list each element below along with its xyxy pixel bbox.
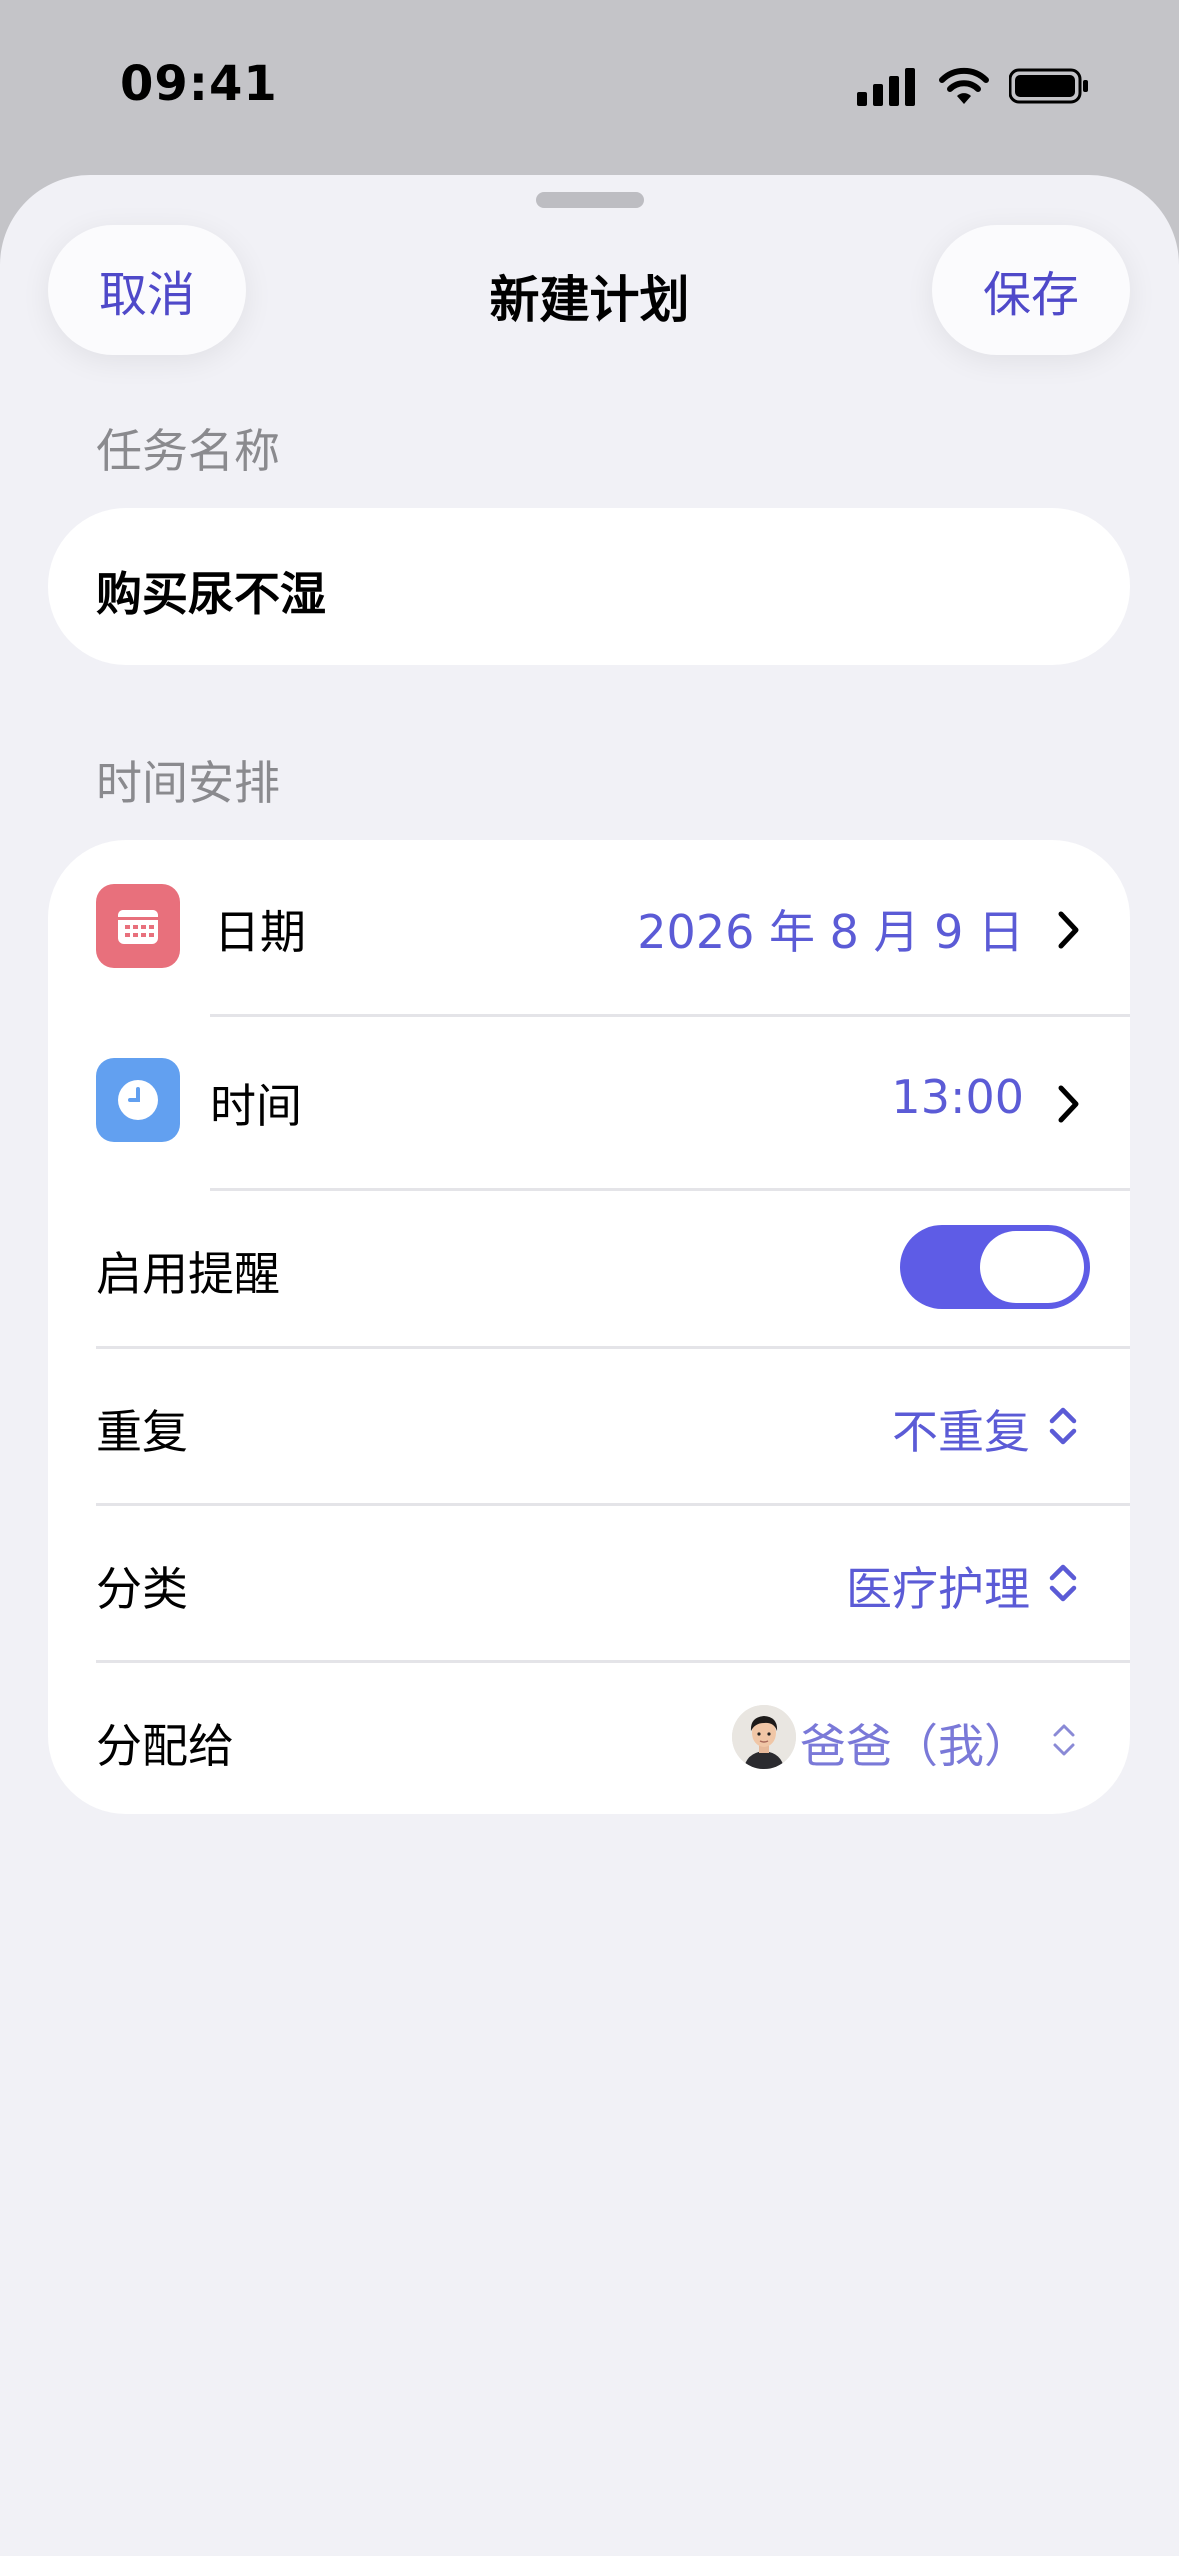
date-label: 日期 xyxy=(214,905,306,959)
task-name-section-label: 任务名称 xyxy=(96,424,280,478)
sheet-grabber[interactable] xyxy=(536,192,644,208)
repeat-label: 重复 xyxy=(96,1405,188,1459)
wifi-icon xyxy=(939,67,989,104)
chevron-right-icon xyxy=(1058,911,1079,949)
schedule-card: 日期 2026 年 8 月 9 日 时间 13:00 启用提醒 重复 不重复 分… xyxy=(48,840,1130,1814)
task-name-value: 购买尿不湿 xyxy=(96,567,326,621)
chevron-up-down-icon xyxy=(1049,1564,1077,1602)
time-value: 13:00 xyxy=(891,1070,1024,1124)
repeat-row[interactable]: 重复 不重复 xyxy=(48,1346,1130,1503)
time-label: 时间 xyxy=(210,1079,302,1133)
status-time: 09:41 xyxy=(120,56,278,112)
new-plan-sheet: 取消 新建计划 保存 任务名称 购买尿不湿 时间安排 日期 2026 年 8 月… xyxy=(0,175,1179,2556)
task-name-field[interactable]: 购买尿不湿 xyxy=(48,508,1130,665)
schedule-section-label: 时间安排 xyxy=(96,756,280,810)
date-row[interactable]: 日期 2026 年 8 月 9 日 xyxy=(48,840,1130,1014)
assignee-label: 分配给 xyxy=(96,1719,234,1773)
save-button[interactable]: 保存 xyxy=(932,225,1130,355)
chevron-right-icon xyxy=(1058,1085,1079,1123)
avatar xyxy=(732,1705,796,1769)
reminder-row: 启用提醒 xyxy=(48,1188,1130,1346)
reminder-toggle[interactable] xyxy=(900,1225,1090,1309)
date-value: 2026 年 8 月 9 日 xyxy=(637,905,1024,959)
category-value: 医疗护理 xyxy=(846,1562,1030,1616)
repeat-value: 不重复 xyxy=(892,1405,1030,1459)
chevron-up-down-icon xyxy=(1053,1724,1075,1756)
toggle-knob xyxy=(980,1231,1084,1303)
battery-icon xyxy=(1009,68,1088,104)
chevron-up-down-icon xyxy=(1049,1407,1077,1445)
assignee-row[interactable]: 分配给 爸爸（我） xyxy=(48,1660,1130,1814)
category-row[interactable]: 分类 医疗护理 xyxy=(48,1503,1130,1660)
status-icons xyxy=(857,66,1089,106)
calendar-icon xyxy=(96,884,180,968)
category-label: 分类 xyxy=(96,1562,188,1616)
reminder-label: 启用提醒 xyxy=(96,1247,280,1301)
clock-icon xyxy=(96,1058,180,1142)
cellular-signal-icon xyxy=(857,68,915,106)
time-row[interactable]: 时间 13:00 xyxy=(48,1014,1130,1188)
assignee-value: 爸爸（我） xyxy=(800,1719,1030,1773)
status-bar: 09:41 xyxy=(0,0,1179,175)
